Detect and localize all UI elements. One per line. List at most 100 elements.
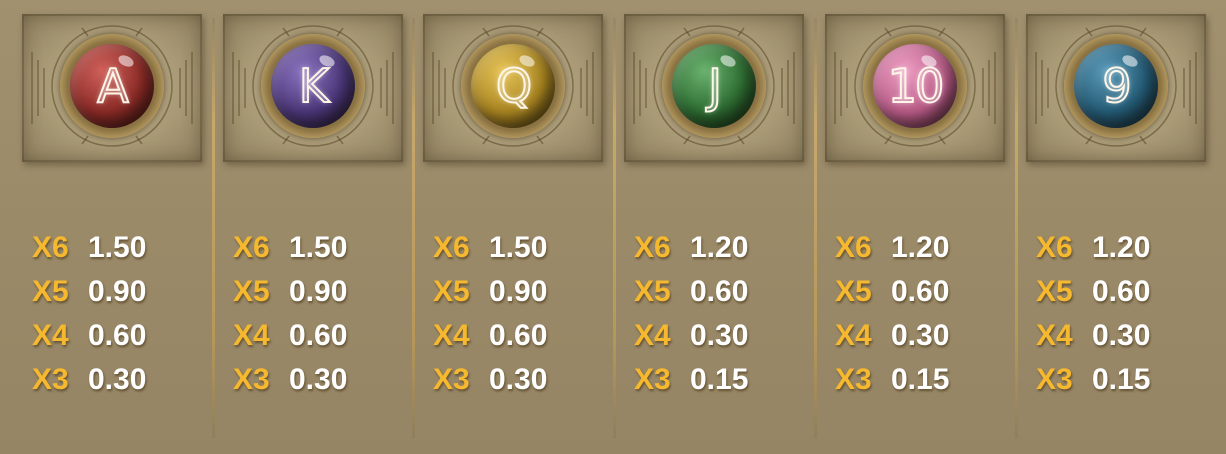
symbol-tile: A <box>22 14 202 162</box>
payout-row: X6 1.20 <box>835 226 949 270</box>
symbol-column-9: 9 X6 1.20 X5 0.60 X4 0.30 X3 0.15 <box>1026 14 1206 444</box>
payout-row: X5 0.90 <box>233 270 347 314</box>
payout-row: X5 0.60 <box>634 270 748 314</box>
payout-row: X6 1.20 <box>634 226 748 270</box>
payout-value: 0.90 <box>489 275 548 308</box>
payout-multiplier: X3 <box>835 363 872 396</box>
payout-value: 0.30 <box>489 363 548 396</box>
payout-value: 1.20 <box>690 231 749 264</box>
payout-row: X6 1.50 <box>433 226 547 270</box>
symbol-column-q: Q X6 1.50 X5 0.90 X4 0.60 X3 0.30 <box>423 14 603 444</box>
payout-multiplier: X3 <box>433 363 470 396</box>
payout-value: 1.50 <box>88 231 147 264</box>
payout-value: 0.60 <box>88 319 147 352</box>
payout-value: 0.60 <box>690 275 749 308</box>
payout-multiplier: X6 <box>1036 231 1073 264</box>
payout-value: 0.15 <box>891 363 950 396</box>
symbol-orb-9-icon: 9 <box>1074 44 1158 128</box>
symbol-glyph: 9 <box>1101 58 1132 114</box>
payout-multiplier: X4 <box>433 319 470 352</box>
payout-multiplier: X6 <box>433 231 470 264</box>
payout-row: X4 0.60 <box>433 314 547 358</box>
payout-value: 1.20 <box>1092 231 1151 264</box>
symbol-glyph: A <box>96 58 130 114</box>
symbol-column-k: K X6 1.50 X5 0.90 X4 0.60 X3 0.30 <box>223 14 403 444</box>
payout-multiplier: X3 <box>233 363 270 396</box>
symbol-column-10: 10 X6 1.20 X5 0.60 X4 0.30 X3 0.15 <box>825 14 1005 444</box>
payout-list: X6 1.20 X5 0.60 X4 0.30 X3 0.15 <box>835 226 949 402</box>
payout-row: X4 0.60 <box>233 314 347 358</box>
payout-row: X4 0.30 <box>1036 314 1150 358</box>
symbol-glyph: 10 <box>887 58 946 114</box>
paytable: A X6 1.50 X5 0.90 X4 0.60 X3 0.30 K X6 1.50 X5 0.90 X4… <box>0 0 1226 454</box>
symbol-column-j: J X6 1.20 X5 0.60 X4 0.30 X3 0.15 <box>624 14 804 444</box>
payout-list: X6 1.50 X5 0.90 X4 0.60 X3 0.30 <box>433 226 547 402</box>
payout-multiplier: X4 <box>634 319 671 352</box>
payout-multiplier: X6 <box>634 231 671 264</box>
payout-multiplier: X3 <box>32 363 69 396</box>
symbol-orb-k-icon: K <box>271 44 355 128</box>
payout-value: 1.20 <box>891 231 950 264</box>
payout-value: 0.60 <box>489 319 548 352</box>
symbol-tile: 9 <box>1026 14 1206 162</box>
payout-list: X6 1.50 X5 0.90 X4 0.60 X3 0.30 <box>233 226 347 402</box>
column-divider <box>212 18 215 438</box>
payout-value: 1.50 <box>489 231 548 264</box>
symbol-tile: 10 <box>825 14 1005 162</box>
payout-list: X6 1.50 X5 0.90 X4 0.60 X3 0.30 <box>32 226 146 402</box>
payout-value: 0.60 <box>289 319 348 352</box>
symbol-glyph: K <box>298 58 330 114</box>
payout-value: 0.30 <box>690 319 749 352</box>
symbol-orb-j-icon: J <box>672 44 756 128</box>
payout-value: 0.30 <box>88 363 147 396</box>
payout-row: X5 0.60 <box>835 270 949 314</box>
column-divider <box>613 18 616 438</box>
column-divider <box>1015 18 1018 438</box>
payout-multiplier: X4 <box>835 319 872 352</box>
payout-row: X5 0.90 <box>32 270 146 314</box>
symbol-glyph: J <box>707 58 722 114</box>
payout-multiplier: X6 <box>233 231 270 264</box>
symbol-column-a: A X6 1.50 X5 0.90 X4 0.60 X3 0.30 <box>22 14 202 444</box>
payout-value: 0.15 <box>1092 363 1151 396</box>
payout-multiplier: X4 <box>1036 319 1073 352</box>
payout-multiplier: X5 <box>233 275 270 308</box>
payout-row: X6 1.50 <box>32 226 146 270</box>
payout-list: X6 1.20 X5 0.60 X4 0.30 X3 0.15 <box>634 226 748 402</box>
payout-value: 0.90 <box>88 275 147 308</box>
payout-multiplier: X5 <box>1036 275 1073 308</box>
payout-multiplier: X3 <box>634 363 671 396</box>
payout-row: X6 1.20 <box>1036 226 1150 270</box>
payout-value: 0.15 <box>690 363 749 396</box>
payout-row: X3 0.15 <box>1036 358 1150 402</box>
column-divider <box>814 18 817 438</box>
payout-multiplier: X5 <box>433 275 470 308</box>
symbol-tile: J <box>624 14 804 162</box>
payout-value: 0.90 <box>289 275 348 308</box>
payout-value: 1.50 <box>289 231 348 264</box>
payout-row: X3 0.30 <box>233 358 347 402</box>
payout-list: X6 1.20 X5 0.60 X4 0.30 X3 0.15 <box>1036 226 1150 402</box>
column-divider <box>412 18 415 438</box>
payout-row: X5 0.60 <box>1036 270 1150 314</box>
payout-row: X3 0.15 <box>835 358 949 402</box>
payout-multiplier: X3 <box>1036 363 1073 396</box>
symbol-glyph: Q <box>495 58 533 114</box>
payout-row: X3 0.30 <box>433 358 547 402</box>
payout-multiplier: X5 <box>634 275 671 308</box>
symbol-orb-a-icon: A <box>70 44 154 128</box>
payout-value: 0.60 <box>1092 275 1151 308</box>
payout-multiplier: X6 <box>835 231 872 264</box>
payout-row: X4 0.60 <box>32 314 146 358</box>
payout-row: X6 1.50 <box>233 226 347 270</box>
payout-value: 0.30 <box>289 363 348 396</box>
symbol-tile: Q <box>423 14 603 162</box>
payout-multiplier: X5 <box>835 275 872 308</box>
payout-value: 0.30 <box>891 319 950 352</box>
symbol-orb-10-icon: 10 <box>873 44 957 128</box>
payout-row: X3 0.30 <box>32 358 146 402</box>
payout-row: X4 0.30 <box>634 314 748 358</box>
payout-multiplier: X5 <box>32 275 69 308</box>
payout-row: X4 0.30 <box>835 314 949 358</box>
payout-value: 0.30 <box>1092 319 1151 352</box>
